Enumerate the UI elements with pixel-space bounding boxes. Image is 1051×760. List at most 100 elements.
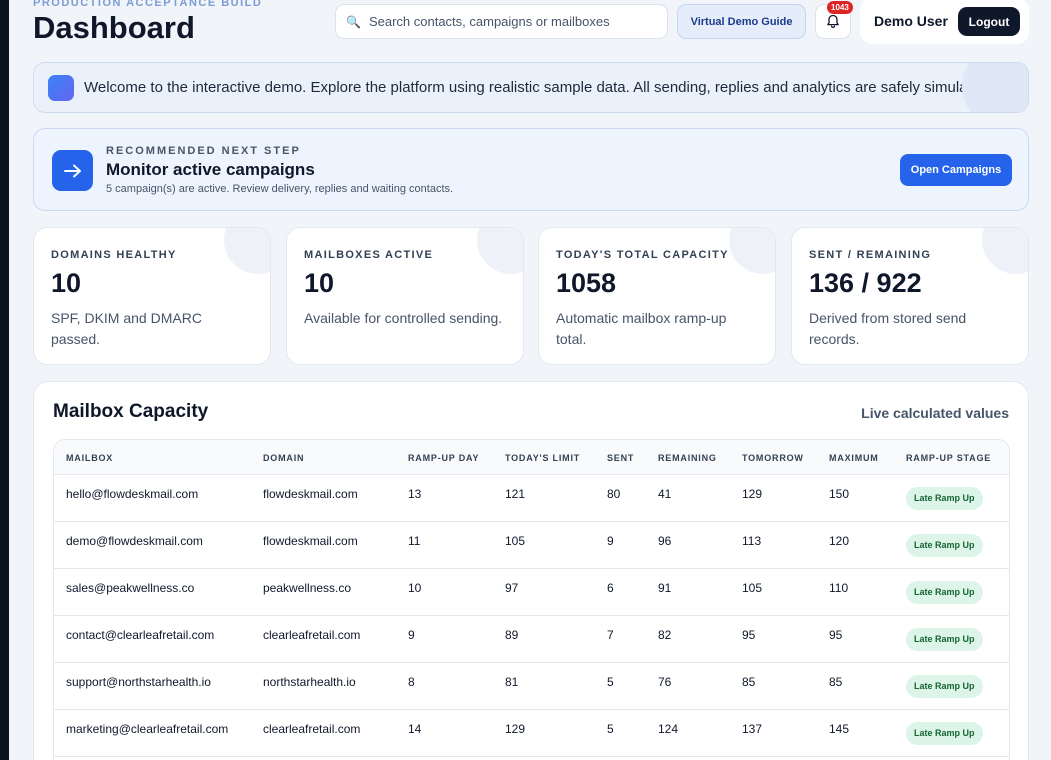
cell-tomorrow: 95 xyxy=(742,628,756,642)
cell-remaining: 76 xyxy=(658,675,672,689)
table-header: MAILBOX DOMAIN RAMP-UP DAY TODAY'S LIMIT… xyxy=(54,440,1009,475)
column-header: SENT xyxy=(607,453,635,463)
status-badge: Late Ramp Up xyxy=(906,722,983,745)
left-rail xyxy=(0,0,9,760)
user-name: Demo User xyxy=(874,13,948,29)
table-row[interactable]: support@northstarhealth.io northstarheal… xyxy=(54,663,1009,710)
cell-remaining: 91 xyxy=(658,581,672,595)
cell-tomorrow: 129 xyxy=(742,487,763,501)
notification-count-badge: 1043 xyxy=(827,1,853,14)
stat-card-domains: DOMAINS HEALTHY 10 SPF, DKIM and DMARC p… xyxy=(33,227,271,365)
search-box[interactable]: 🔍 xyxy=(335,4,668,39)
stat-label: MAILBOXES ACTIVE xyxy=(304,249,434,261)
arrow-right-icon xyxy=(52,150,93,191)
decorative-blob xyxy=(729,228,775,274)
open-campaigns-button[interactable]: Open Campaigns xyxy=(900,154,1012,186)
bell-icon xyxy=(827,14,839,29)
cell-sent: 5 xyxy=(607,675,614,689)
stats-row: DOMAINS HEALTHY 10 SPF, DKIM and DMARC p… xyxy=(33,227,1029,365)
cell-remaining: 124 xyxy=(658,722,679,736)
cell-maximum: 120 xyxy=(829,534,850,548)
status-badge: Late Ramp Up xyxy=(906,628,983,651)
welcome-text: Welcome to the interactive demo. Explore… xyxy=(84,79,993,96)
virtual-demo-guide-button[interactable]: Virtual Demo Guide xyxy=(677,4,806,39)
cell-maximum: 95 xyxy=(829,628,843,642)
status-badge: Late Ramp Up xyxy=(906,487,983,510)
column-header: DOMAIN xyxy=(263,453,305,463)
cell-todays-limit: 89 xyxy=(505,628,519,642)
user-menu: Demo User Logout xyxy=(860,0,1029,44)
cell-domain: flowdeskmail.com xyxy=(263,534,358,548)
cell-mailbox: demo@flowdeskmail.com xyxy=(66,534,203,548)
page-header: PRODUCTION ACCEPTANCE BUILD Dashboard 🔍 … xyxy=(33,0,1029,56)
cell-remaining: 41 xyxy=(658,487,672,501)
column-header: RAMP-UP DAY xyxy=(408,453,480,463)
stat-value: 1058 xyxy=(556,268,617,298)
cell-domain: peakwellness.co xyxy=(263,581,352,595)
cell-domain: flowdeskmail.com xyxy=(263,487,358,501)
logout-button[interactable]: Logout xyxy=(958,7,1020,36)
column-header: RAMP-UP STAGE xyxy=(906,453,992,463)
table-row[interactable]: marketing@clearleafretail.com clearleafr… xyxy=(54,710,1009,757)
decorative-blob xyxy=(982,228,1028,274)
page-title: Dashboard xyxy=(33,10,195,45)
cell-todays-limit: 81 xyxy=(505,675,519,689)
search-icon: 🔍 xyxy=(346,14,361,29)
cell-maximum: 145 xyxy=(829,722,850,736)
cell-domain: clearleafretail.com xyxy=(263,722,361,736)
live-values-label: Live calculated values xyxy=(861,405,1009,421)
cell-remaining: 96 xyxy=(658,534,672,548)
cell-mailbox: support@northstarhealth.io xyxy=(66,675,211,689)
cell-sent: 80 xyxy=(607,487,621,501)
cell-sent: 7 xyxy=(607,628,614,642)
cell-mailbox: contact@clearleafretail.com xyxy=(66,628,215,642)
status-badge: Late Ramp Up xyxy=(906,534,983,557)
table-row[interactable]: hello@flowdeskmail.com flowdeskmail.com … xyxy=(54,475,1009,522)
demo-badge-icon xyxy=(48,74,74,101)
cell-todays-limit: 97 xyxy=(505,581,519,595)
cell-rampup-day: 8 xyxy=(408,675,415,689)
cell-rampup-day: 11 xyxy=(408,534,421,548)
stat-label: SENT / REMAINING xyxy=(809,249,932,261)
cell-domain: clearleafretail.com xyxy=(263,628,361,642)
column-header: MAILBOX xyxy=(66,453,114,463)
table-row[interactable]: contact@clearleafretail.com clearleafret… xyxy=(54,616,1009,663)
cell-tomorrow: 113 xyxy=(742,534,762,548)
notifications-button[interactable]: 1043 xyxy=(815,1,853,39)
dashboard-page: PRODUCTION ACCEPTANCE BUILD Dashboard 🔍 … xyxy=(33,0,1029,760)
stat-card-sent-remaining: SENT / REMAINING 136 / 922 Derived from … xyxy=(791,227,1029,365)
cell-tomorrow: 85 xyxy=(742,675,756,689)
table-row[interactable]: demo@flowdeskmail.com flowdeskmail.com 1… xyxy=(54,522,1009,569)
cell-maximum: 85 xyxy=(829,675,843,689)
cell-tomorrow: 137 xyxy=(742,722,763,736)
column-header: TODAY'S LIMIT xyxy=(505,453,581,463)
stat-value: 136 / 922 xyxy=(809,268,922,298)
build-eyebrow: PRODUCTION ACCEPTANCE BUILD xyxy=(33,0,263,9)
search-input[interactable] xyxy=(368,14,659,29)
status-badge: Late Ramp Up xyxy=(906,675,983,698)
stat-label: DOMAINS HEALTHY xyxy=(51,249,177,261)
status-badge: Late Ramp Up xyxy=(906,581,983,604)
cell-mailbox: sales@peakwellness.co xyxy=(66,581,195,595)
cell-sent: 5 xyxy=(607,722,614,736)
decorative-blob xyxy=(962,63,1028,112)
stat-description: SPF, DKIM and DMARC passed. xyxy=(51,310,202,347)
cell-mailbox: hello@flowdeskmail.com xyxy=(66,487,199,501)
mailbox-capacity-section: Mailbox Capacity Live calculated values … xyxy=(33,381,1029,760)
column-header: MAXIMUM xyxy=(829,453,879,463)
cell-remaining: 82 xyxy=(658,628,672,642)
recommend-eyebrow: RECOMMENDED NEXT STEP xyxy=(106,145,301,157)
table-row[interactable]: sales@peakwellness.co peakwellness.co 10… xyxy=(54,569,1009,616)
cell-todays-limit: 105 xyxy=(505,534,526,548)
welcome-banner: Welcome to the interactive demo. Explore… xyxy=(33,62,1029,113)
decorative-blob xyxy=(224,228,270,274)
cell-maximum: 150 xyxy=(829,487,850,501)
cell-tomorrow: 105 xyxy=(742,581,763,595)
stat-label: TODAY'S TOTAL CAPACITY xyxy=(556,249,729,261)
recommend-subtitle: 5 campaign(s) are active. Review deliver… xyxy=(106,183,454,195)
cell-rampup-day: 13 xyxy=(408,487,422,501)
stat-description: Automatic mailbox ramp-up total. xyxy=(556,310,727,347)
cell-rampup-day: 9 xyxy=(408,628,415,642)
stat-description: Derived from stored send records. xyxy=(809,310,967,347)
column-header: REMAINING xyxy=(658,453,717,463)
